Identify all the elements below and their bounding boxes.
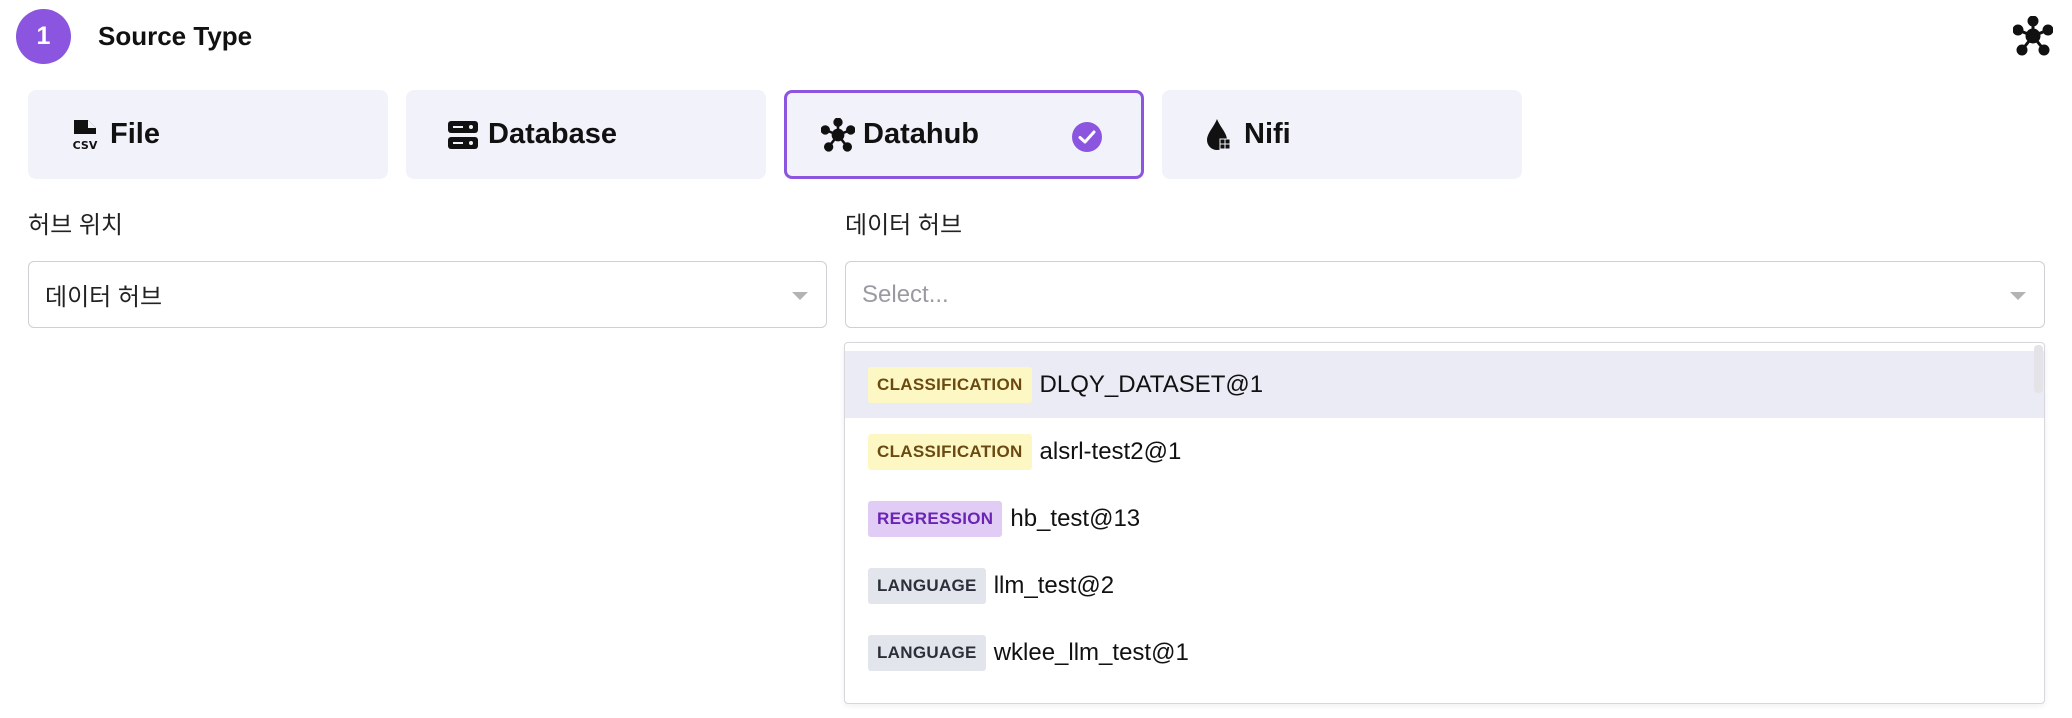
data-hub-placeholder: Select... — [862, 280, 949, 308]
task-type-tag: REGRESSION — [868, 500, 1003, 537]
dropdown-option[interactable]: LANGUAGE llm_test@2 — [845, 552, 2044, 619]
csv-file-icon: CSV — [73, 119, 98, 152]
datahub-icon — [821, 117, 855, 152]
source-type-file[interactable]: CSV File — [28, 90, 388, 179]
source-type-datahub[interactable]: Datahub — [784, 90, 1144, 179]
task-type-tag: CLASSIFICATION — [868, 366, 1032, 403]
hub-location-label: 허브 위치 — [28, 212, 123, 239]
data-hub-dropdown-menu[interactable]: CLASSIFICATION DLQY_DATASET@1 CLASSIFICA… — [844, 342, 2045, 704]
chevron-down-icon — [2010, 292, 2026, 300]
hub-location-select[interactable]: 데이터 허브 — [28, 261, 827, 328]
check-circle-icon — [1072, 122, 1102, 152]
source-type-label: File — [110, 118, 160, 150]
data-hub-select[interactable]: Select... — [845, 261, 2045, 328]
dropdown-option[interactable]: LANGUAGE wklee_llm_test@1 — [845, 619, 2044, 686]
dataset-name: DLQY_DATASET@1 — [1039, 370, 1264, 398]
dropdown-option[interactable]: CLASSIFICATION DLQY_DATASET@1 — [845, 351, 2044, 418]
source-type-label: Database — [488, 118, 617, 150]
chevron-down-icon — [792, 292, 808, 300]
task-type-tag: LANGUAGE — [868, 634, 986, 671]
dropdown-option-partial[interactable] — [845, 686, 2044, 704]
task-type-tag — [868, 703, 1031, 704]
svg-text:CSV: CSV — [73, 139, 98, 152]
dataset-name: hb_test@13 — [1010, 504, 1141, 532]
source-type-nifi[interactable]: Nifi — [1162, 90, 1522, 179]
task-type-tag: LANGUAGE — [868, 567, 986, 604]
dropdown-option[interactable]: CLASSIFICATION alsrl-test2@1 — [845, 418, 2044, 485]
nifi-drop-icon — [1207, 118, 1231, 150]
dataset-name: llm_test@2 — [993, 571, 1115, 599]
dataset-name: alsrl-test2@1 — [1039, 437, 1182, 465]
database-icon — [448, 120, 478, 149]
source-type-label: Nifi — [1244, 118, 1291, 150]
hub-location-value: 데이터 허브 — [45, 284, 163, 311]
step-number-badge: 1 — [16, 9, 71, 64]
task-type-tag: CLASSIFICATION — [868, 433, 1032, 470]
dropdown-option[interactable]: REGRESSION hb_test@13 — [845, 485, 2044, 552]
source-type-database[interactable]: Database — [406, 90, 766, 179]
section-title: Source Type — [98, 21, 253, 51]
data-hub-label: 데이터 허브 — [845, 212, 963, 239]
dataset-name: wklee_llm_test@1 — [993, 638, 1189, 666]
datahub-icon — [2013, 16, 2053, 56]
dropdown-scrollbar[interactable] — [2034, 345, 2043, 393]
source-type-label: Datahub — [863, 118, 979, 150]
